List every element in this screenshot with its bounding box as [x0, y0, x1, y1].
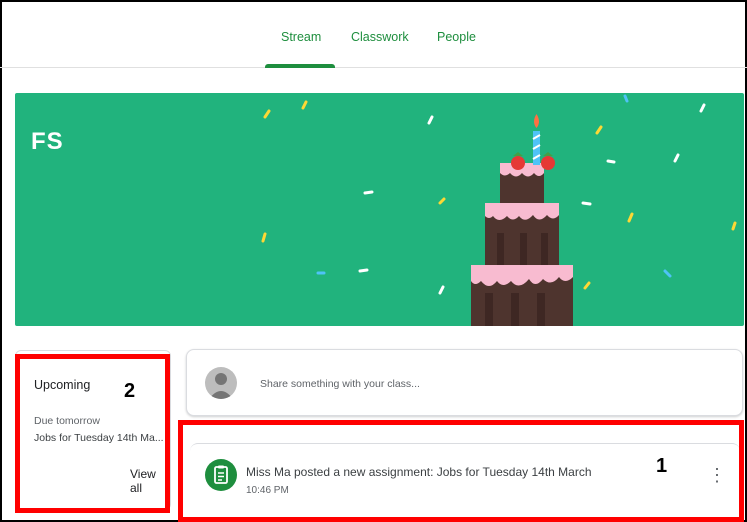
birthday-cake-illustration — [261, 94, 737, 326]
class-title: FS — [31, 128, 64, 155]
tab-stream[interactable]: Stream — [281, 30, 321, 44]
tab-people[interactable]: People — [437, 30, 476, 44]
share-with-class-box[interactable]: Share something with your class... — [186, 349, 743, 416]
share-placeholder: Share something with your class... — [260, 378, 420, 390]
annotation-box-2 — [15, 354, 170, 513]
class-banner: FS — [15, 93, 744, 326]
top-tab-bar: Stream Classwork People — [0, 0, 747, 68]
annotation-label-1: 1 — [656, 455, 668, 477]
avatar — [205, 367, 237, 399]
user-silhouette-icon — [209, 373, 233, 399]
annotation-label-2: 2 — [124, 380, 136, 402]
tab-classwork[interactable]: Classwork — [351, 30, 409, 44]
active-tab-indicator — [265, 64, 335, 68]
